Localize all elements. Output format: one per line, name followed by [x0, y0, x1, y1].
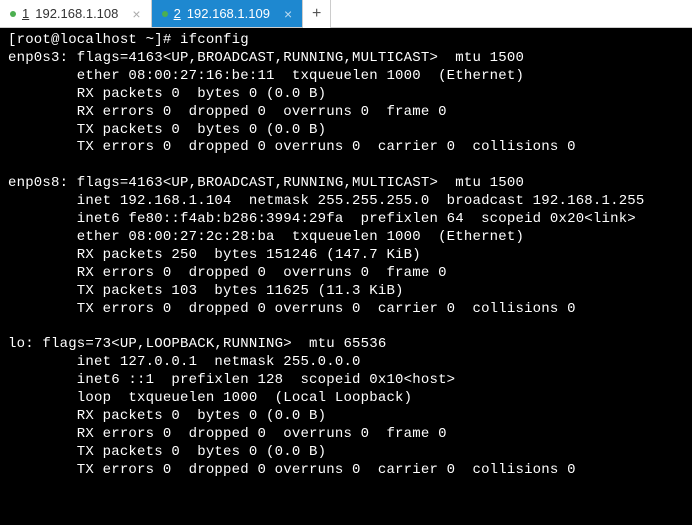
command-output: enp0s3: flags=4163<UP,BROADCAST,RUNNING,… [8, 50, 645, 478]
shell-command: ifconfig [180, 32, 249, 48]
tab-session-2[interactable]: 2 192.168.1.109 × [152, 0, 304, 27]
shell-prompt: [root@localhost ~]# [8, 32, 180, 48]
tab-session-1[interactable]: 1 192.168.1.108 × [0, 0, 152, 27]
close-icon[interactable]: × [284, 7, 292, 21]
plus-icon: + [312, 5, 322, 23]
tab-label: 192.168.1.108 [35, 6, 118, 21]
close-icon[interactable]: × [132, 7, 140, 21]
status-dot-icon [162, 11, 168, 17]
tab-index: 1 [22, 6, 29, 21]
new-tab-button[interactable]: + [303, 0, 331, 28]
status-dot-icon [10, 11, 16, 17]
tab-bar: 1 192.168.1.108 × 2 192.168.1.109 × + [0, 0, 692, 28]
tab-label: 192.168.1.109 [187, 6, 270, 21]
tab-index: 2 [174, 6, 181, 21]
terminal-output[interactable]: [root@localhost ~]# ifconfig enp0s3: fla… [0, 28, 692, 525]
